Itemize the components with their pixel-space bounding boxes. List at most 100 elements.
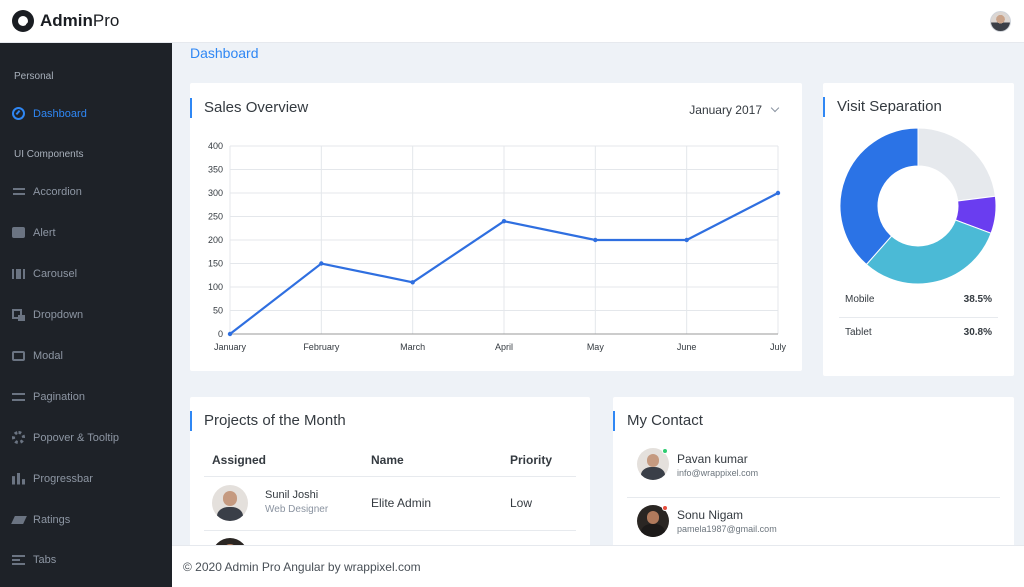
sidebar: Personal Dashboard UI Components Accordi… xyxy=(0,43,172,587)
y-tick-label: 50 xyxy=(213,306,223,316)
logo-icon xyxy=(12,10,34,32)
sidebar-item-label: Tabs xyxy=(33,553,57,566)
sidebar-item-label: Dashboard xyxy=(33,107,87,120)
projects-card: Projects of the Month Assigned Name Prio… xyxy=(190,397,590,547)
legend-label: Tablet xyxy=(845,327,872,338)
progressbar-icon xyxy=(11,472,26,485)
data-point xyxy=(775,190,781,196)
contact-title: My Contact xyxy=(613,411,703,431)
x-tick-label: February xyxy=(303,342,340,352)
data-point xyxy=(410,280,415,285)
visit-donut-chart xyxy=(839,127,997,285)
legend-row-tablet: Tablet 30.8% xyxy=(845,327,992,338)
brand-logo-link[interactable]: AdminPro xyxy=(12,10,119,32)
sidebar-section-ui: UI Components xyxy=(14,149,84,160)
y-tick-label: 350 xyxy=(208,165,223,175)
y-tick-label: 250 xyxy=(208,212,223,222)
y-tick-label: 0 xyxy=(218,329,223,339)
sales-line-chart: 0 50 100 150 200 250 300 350 400 January February M… xyxy=(208,141,787,352)
x-tick-label: June xyxy=(677,342,697,352)
data-point xyxy=(593,237,598,243)
sidebar-item-dropdown[interactable]: Dropdown xyxy=(11,308,83,321)
sidebar-item-label: Pagination xyxy=(33,390,85,403)
column-header-name: Name xyxy=(371,453,404,467)
sidebar-item-label: Ratings xyxy=(33,513,71,526)
sidebar-item-popover-tooltip[interactable]: Popover & Tooltip xyxy=(11,431,119,444)
row-divider xyxy=(204,530,576,531)
sidebar-item-label: Alert xyxy=(33,226,56,239)
sidebar-item-pagination[interactable]: Pagination xyxy=(11,390,85,403)
y-tick-label: 200 xyxy=(208,235,223,245)
sidebar-item-label: Carousel xyxy=(33,267,78,280)
x-tick-label: March xyxy=(400,342,425,352)
y-tick-label: 400 xyxy=(208,141,223,151)
project-name: Elite Admin xyxy=(371,496,432,510)
row-divider xyxy=(204,476,576,477)
legend-divider xyxy=(839,317,998,318)
data-point xyxy=(227,331,233,337)
legend-row-mobile: Mobile 38.5% xyxy=(845,294,992,305)
assignee-role: Web Designer xyxy=(265,504,329,515)
breadcrumb[interactable]: Dashboard xyxy=(190,45,259,61)
sales-overview-card: Sales Overview January 2017 0 50 100 150 200… xyxy=(190,83,802,371)
sidebar-item-accordion[interactable]: Accordion xyxy=(11,185,82,198)
x-tick-label: May xyxy=(587,342,605,352)
sidebar-item-dashboard[interactable]: Dashboard xyxy=(11,107,87,120)
sidebar-item-label: Modal xyxy=(33,349,63,362)
busy-status-dot xyxy=(662,505,668,511)
sidebar-item-label: Dropdown xyxy=(33,308,84,321)
x-tick-label: April xyxy=(495,342,513,352)
sidebar-item-modal[interactable]: Modal xyxy=(11,349,63,362)
carousel-icon xyxy=(11,267,26,280)
data-point xyxy=(684,237,689,243)
accordion-icon xyxy=(11,185,26,198)
y-tick-label: 100 xyxy=(208,282,223,292)
dashboard-icon xyxy=(11,107,26,120)
x-tick-label: January xyxy=(214,342,247,352)
contact-card: My Contact Pavan kumar info@wrappixel.co… xyxy=(613,397,1014,547)
sidebar-item-label: Accordion xyxy=(33,185,82,198)
sidebar-item-tabs[interactable]: Tabs xyxy=(11,553,56,566)
sidebar-section-personal: Personal xyxy=(14,71,54,82)
column-header-assigned: Assigned xyxy=(212,453,267,467)
contact-email: info@wrappixel.com xyxy=(677,468,759,478)
x-tick-label: July xyxy=(770,342,787,352)
sidebar-item-carousel[interactable]: Carousel xyxy=(11,267,77,280)
ratings-icon xyxy=(10,513,27,526)
topbar: AdminPro xyxy=(0,0,1024,43)
modal-icon xyxy=(11,349,26,362)
sidebar-item-alert[interactable]: Alert xyxy=(11,226,56,239)
online-status-dot xyxy=(662,448,668,454)
legend-value: 38.5% xyxy=(963,294,992,305)
donut-slice xyxy=(917,127,996,202)
contact-name: Pavan kumar xyxy=(677,452,748,466)
y-tick-label: 150 xyxy=(208,259,223,269)
y-tick-label: 300 xyxy=(208,188,223,198)
pagination-icon xyxy=(11,390,26,403)
projects-title: Projects of the Month xyxy=(190,411,346,431)
data-point xyxy=(501,219,507,224)
contact-name: Sonu Nigam xyxy=(677,508,744,522)
assignee-name: Sunil Joshi xyxy=(265,489,319,501)
data-point xyxy=(319,261,324,266)
tabs-icon xyxy=(11,553,26,566)
column-header-priority: Priority xyxy=(510,453,553,467)
alert-icon xyxy=(11,226,26,239)
dropdown-icon xyxy=(11,308,26,321)
sidebar-item-ratings[interactable]: Ratings xyxy=(10,513,71,526)
sidebar-item-label: Progressbar xyxy=(33,472,93,485)
contact-email: pamela1987@gmail.com xyxy=(677,524,777,534)
footer: © 2020 Admin Pro Angular by wrappixel.co… xyxy=(172,545,1024,587)
footer-text: © 2020 Admin Pro Angular by wrappixel.co… xyxy=(183,559,421,574)
project-priority: Low xyxy=(510,496,533,510)
legend-label: Mobile xyxy=(845,294,875,305)
sidebar-item-progressbar[interactable]: Progressbar xyxy=(11,472,93,485)
legend-value: 30.8% xyxy=(963,327,992,338)
user-avatar[interactable] xyxy=(990,11,1011,32)
visit-separation-card: Visit Separation Mobile 38.5% Tablet 30.… xyxy=(823,83,1014,376)
gear-icon xyxy=(11,431,26,444)
row-divider xyxy=(627,497,1000,498)
sidebar-item-label: Popover & Tooltip xyxy=(33,431,120,444)
avatar xyxy=(212,485,248,521)
brand-name: AdminPro xyxy=(40,11,120,30)
